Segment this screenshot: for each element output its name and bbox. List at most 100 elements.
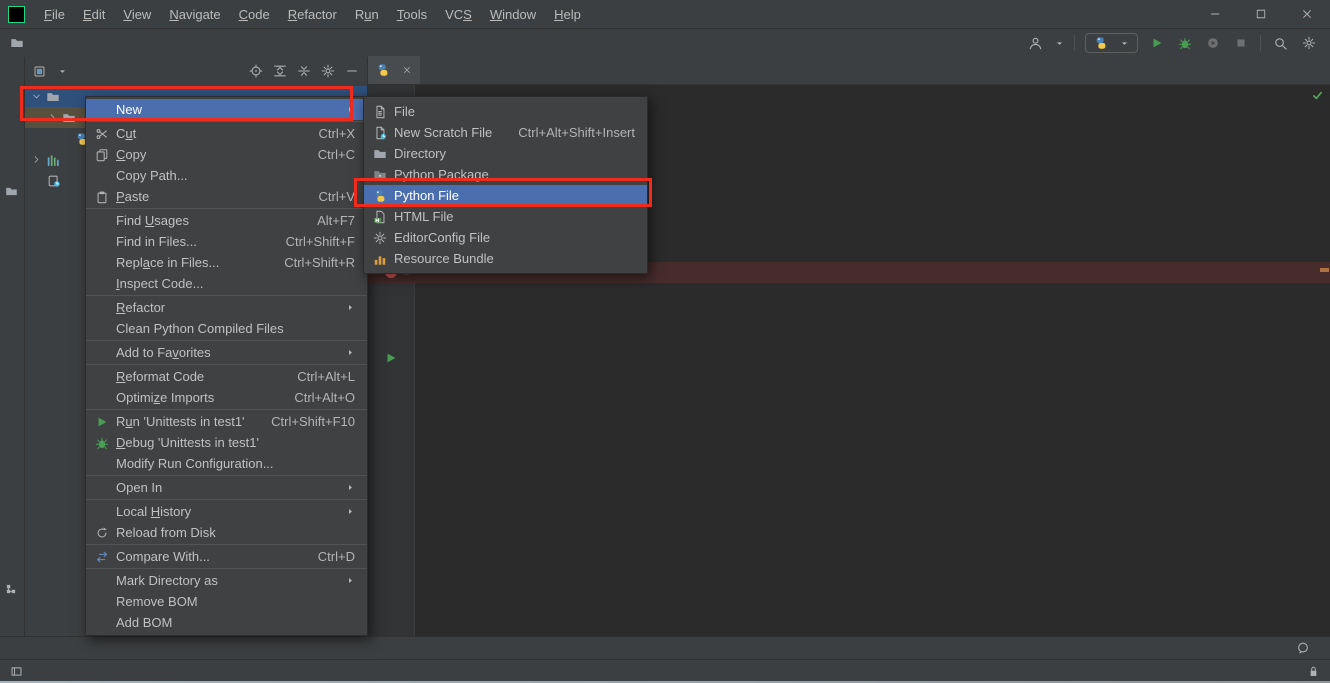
close-tab-icon[interactable] xyxy=(402,65,412,75)
context-menu-item-find-usages[interactable]: Find UsagesAlt+F7 xyxy=(86,210,367,231)
breadcrumb[interactable] xyxy=(10,36,30,50)
minimize-button[interactable] xyxy=(1192,0,1238,28)
menu-file[interactable]: File xyxy=(35,3,74,26)
context-menu-item-paste[interactable]: PasteCtrl+V xyxy=(86,186,367,207)
new-submenu-item-file[interactable]: File xyxy=(364,101,647,122)
collapse-all-icon[interactable] xyxy=(297,64,311,78)
gear-icon xyxy=(371,231,389,245)
context-menu-item-add-bom[interactable]: Add BOM xyxy=(86,612,367,633)
context-menu-item-remove-bom[interactable]: Remove BOM xyxy=(86,591,367,612)
context-menu-item-replace-in-files[interactable]: Replace in Files...Ctrl+Shift+R xyxy=(86,252,367,273)
context-menu-item-cut[interactable]: CutCtrl+X xyxy=(86,123,367,144)
menu-vcs[interactable]: VCS xyxy=(436,3,481,26)
new-submenu-item-new-scratch-file[interactable]: New Scratch FileCtrl+Alt+Shift+Insert xyxy=(364,122,647,143)
expand-all-icon[interactable] xyxy=(273,64,287,78)
html-icon xyxy=(371,210,389,224)
paste-icon xyxy=(93,190,111,204)
menu-edit[interactable]: Edit xyxy=(74,3,114,26)
chevron-down-icon[interactable] xyxy=(31,91,42,102)
new-submenu-item-resource-bundle[interactable]: Resource Bundle xyxy=(364,248,647,269)
editor-tab-bar xyxy=(368,57,1330,85)
tab-main-py[interactable] xyxy=(368,56,420,84)
new-submenu: File New Scratch FileCtrl+Alt+Shift+Inser… xyxy=(363,96,648,274)
context-menu-item-local-history[interactable]: Local History xyxy=(86,501,367,522)
context-menu-item-modify-run-configuration[interactable]: Modify Run Configuration... xyxy=(86,453,367,474)
context-menu-item-compare-with[interactable]: Compare With...Ctrl+D xyxy=(86,546,367,567)
run-gutter-icon[interactable] xyxy=(384,351,398,365)
new-submenu-item-editorconfig-file[interactable]: EditorConfig File xyxy=(364,227,647,248)
context-menu-item-run-unittests-in-test1[interactable]: Run 'Unittests in test1'Ctrl+Shift+F10 xyxy=(86,411,367,432)
menu-item-label: File xyxy=(394,104,415,119)
context-menu-item-mark-directory-as[interactable]: Mark Directory as xyxy=(86,570,367,591)
menu-help[interactable]: Help xyxy=(545,3,590,26)
scratch-icon xyxy=(371,126,389,140)
lock-icon[interactable] xyxy=(1307,665,1320,678)
chevron-right-icon[interactable] xyxy=(31,154,42,165)
new-submenu-item-python-package[interactable]: Python Package xyxy=(364,164,647,185)
menu-item-shortcut: Ctrl+V xyxy=(297,189,355,204)
new-submenu-item-python-file[interactable]: Python File xyxy=(364,185,647,206)
layout-icon[interactable] xyxy=(10,665,23,678)
menu-item-label: HTML File xyxy=(394,209,453,224)
run-coverage-button[interactable] xyxy=(1204,36,1222,50)
menu-item-shortcut: Ctrl+C xyxy=(296,147,355,162)
event-log-button[interactable] xyxy=(1296,641,1316,655)
context-menu-item-add-to-favorites[interactable]: Add to Favorites xyxy=(86,342,367,363)
submenu-arrow-icon xyxy=(324,348,355,357)
context-menu-item-inspect-code[interactable]: Inspect Code... xyxy=(86,273,367,294)
context-menu-item-open-in[interactable]: Open In xyxy=(86,477,367,498)
context-menu-item-reload-from-disk[interactable]: Reload from Disk xyxy=(86,522,367,543)
context-menu-item-optimize-imports[interactable]: Optimize Imports Ctrl+Alt+O xyxy=(86,387,367,408)
menu-separator xyxy=(86,121,367,122)
close-button[interactable] xyxy=(1284,0,1330,28)
context-menu-item-reformat-code[interactable]: Reformat CodeCtrl+Alt+L xyxy=(86,366,367,387)
left-tool-window-bar xyxy=(0,57,25,636)
menu-run[interactable]: Run xyxy=(346,3,388,26)
context-menu: New CutCtrl+XCopyCtrl+CCopy Path...PasteC… xyxy=(85,96,368,636)
folder-icon xyxy=(371,147,389,161)
context-menu-item-copy[interactable]: CopyCtrl+C xyxy=(86,144,367,165)
menu-view[interactable]: View xyxy=(114,3,160,26)
locate-file-icon[interactable] xyxy=(249,64,263,78)
menu-item-shortcut: Ctrl+Alt+O xyxy=(272,390,355,405)
panel-settings-icon[interactable] xyxy=(321,64,335,78)
menu-item-label: Replace in Files... xyxy=(116,255,219,270)
run-configuration-select[interactable] xyxy=(1085,33,1138,53)
stop-button[interactable] xyxy=(1232,36,1250,50)
chevron-right-icon[interactable] xyxy=(47,112,58,123)
maximize-button[interactable] xyxy=(1238,0,1284,28)
menu-separator xyxy=(86,340,367,341)
menu-separator xyxy=(86,475,367,476)
menu-separator xyxy=(86,544,367,545)
context-menu-item-refactor[interactable]: Refactor xyxy=(86,297,367,318)
settings-button[interactable] xyxy=(1300,36,1318,50)
menu-tools[interactable]: Tools xyxy=(388,3,436,26)
menu-navigate[interactable]: Navigate xyxy=(160,3,229,26)
new-submenu-item-directory[interactable]: Directory xyxy=(364,143,647,164)
menu-item-label: Run 'Unittests in test1' xyxy=(116,414,245,429)
menu-code[interactable]: Code xyxy=(230,3,279,26)
minimize-icon xyxy=(1209,8,1221,20)
run-button[interactable] xyxy=(1148,36,1166,50)
context-menu-item-copy-path[interactable]: Copy Path... xyxy=(86,165,367,186)
menu-item-label: Optimize Imports xyxy=(116,390,214,405)
menu-item-label: Find in Files... xyxy=(116,234,197,249)
context-menu-item-new[interactable]: New xyxy=(86,99,367,120)
folder-icon xyxy=(46,90,60,104)
context-menu-item-clean-python-compiled-files[interactable]: Clean Python Compiled Files xyxy=(86,318,367,339)
hide-panel-icon[interactable] xyxy=(345,64,359,78)
search-everywhere-button[interactable] xyxy=(1271,36,1290,51)
context-menu-item-debug-unittests-in-test1[interactable]: Debug 'Unittests in test1' xyxy=(86,432,367,453)
new-submenu-item-html-file[interactable]: HTML File xyxy=(364,206,647,227)
user-icon[interactable] xyxy=(1026,36,1045,51)
menu-item-shortcut: Ctrl+Alt+L xyxy=(275,369,355,384)
inspections-ok-icon[interactable] xyxy=(1311,89,1324,102)
menu-window[interactable]: Window xyxy=(481,3,545,26)
context-menu-item-find-in-files[interactable]: Find in Files...Ctrl+Shift+F xyxy=(86,231,367,252)
menu-refactor[interactable]: Refactor xyxy=(279,3,346,26)
menu-item-label: New Scratch File xyxy=(394,125,492,140)
run-icon xyxy=(93,415,111,429)
debug-button[interactable] xyxy=(1176,36,1194,50)
project-folder-icon xyxy=(5,185,18,198)
pycharm-window: FileEditViewNavigateCodeRefactorRunTools… xyxy=(0,0,1330,683)
